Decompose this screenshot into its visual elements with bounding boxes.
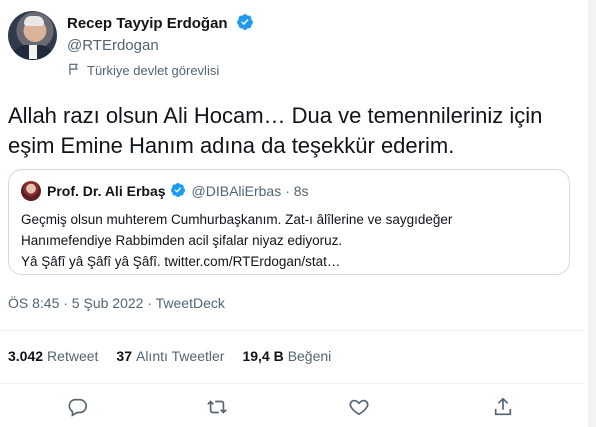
avatar-hair (24, 16, 44, 26)
tweet-stats: 3.042 Retweet 37 Alıntı Tweetler 19,4 B Beğ… (8, 348, 331, 364)
retweet-count: 3.042 (8, 348, 44, 364)
author-name[interactable]: Recep Tayyip Erdoğan (67, 13, 254, 35)
retweet-label: Retweet (47, 348, 99, 364)
verified-badge-icon (236, 13, 254, 35)
quoted-author-name: Prof. Dr. Ali Erbaş (47, 183, 166, 199)
divider (0, 330, 585, 331)
avatar-shirt (29, 45, 37, 59)
author-avatar[interactable] (8, 11, 57, 60)
divider (0, 383, 585, 384)
action-bar (0, 396, 585, 422)
quote-label: Alıntı Tweetler (135, 348, 225, 364)
quoted-tweet-text: Geçmiş olsun muhterem Cumhurbaşkanım. Za… (21, 209, 556, 272)
like-label: Beğeni (287, 348, 332, 364)
quote-stat[interactable]: 37 Alıntı Tweetler (116, 348, 224, 364)
tweet-text: Allah razı olsun Ali Hocam… Dua ve temen… (8, 103, 543, 158)
tweet-metadata[interactable]: ÖS 8:45 · 5 Şub 2022 · TweetDeck (8, 295, 225, 311)
affiliation-text: Türkiye devlet görevlisi (87, 63, 220, 78)
quote-count: 37 (116, 348, 132, 364)
share-icon[interactable] (492, 396, 516, 420)
flag-icon (67, 62, 81, 79)
quoted-tweet-line: Geçmiş olsun muhterem Cumhurbaşkanım. Za… (21, 212, 453, 227)
quoted-tweet-header: Prof. Dr. Ali Erbaş @DIBAliErbas · 8s (21, 181, 309, 201)
quoted-tweet-line: Hanımefendiye Rabbimden acil şifalar niy… (21, 233, 343, 248)
heart-icon[interactable] (348, 396, 372, 420)
author-handle[interactable]: @RTErdogan (67, 37, 159, 54)
retweet-icon[interactable] (205, 396, 229, 420)
quoted-author-avatar (21, 181, 41, 201)
like-stat[interactable]: 19,4 B Beğeni (242, 348, 331, 364)
quoted-tweet-time: · 8s (285, 183, 309, 199)
verified-badge-icon (170, 182, 186, 201)
author-name-text[interactable]: Recep Tayyip Erdoğan (67, 15, 228, 32)
like-count: 19,4 B (242, 348, 284, 364)
comment-icon[interactable] (66, 396, 90, 420)
quoted-tweet-line: Yâ Şâfî yâ Şâfî yâ Şâfî. twitter.com/RTE… (21, 254, 341, 269)
quoted-author-handle: @DIBAliErbas (191, 183, 282, 199)
quoted-tweet[interactable]: Prof. Dr. Ali Erbaş @DIBAliErbas · 8s Ge… (8, 169, 570, 275)
affiliation-label: Türkiye devlet görevlisi (67, 62, 219, 79)
scrollbar[interactable] (588, 0, 596, 427)
retweet-stat[interactable]: 3.042 Retweet (8, 348, 98, 364)
